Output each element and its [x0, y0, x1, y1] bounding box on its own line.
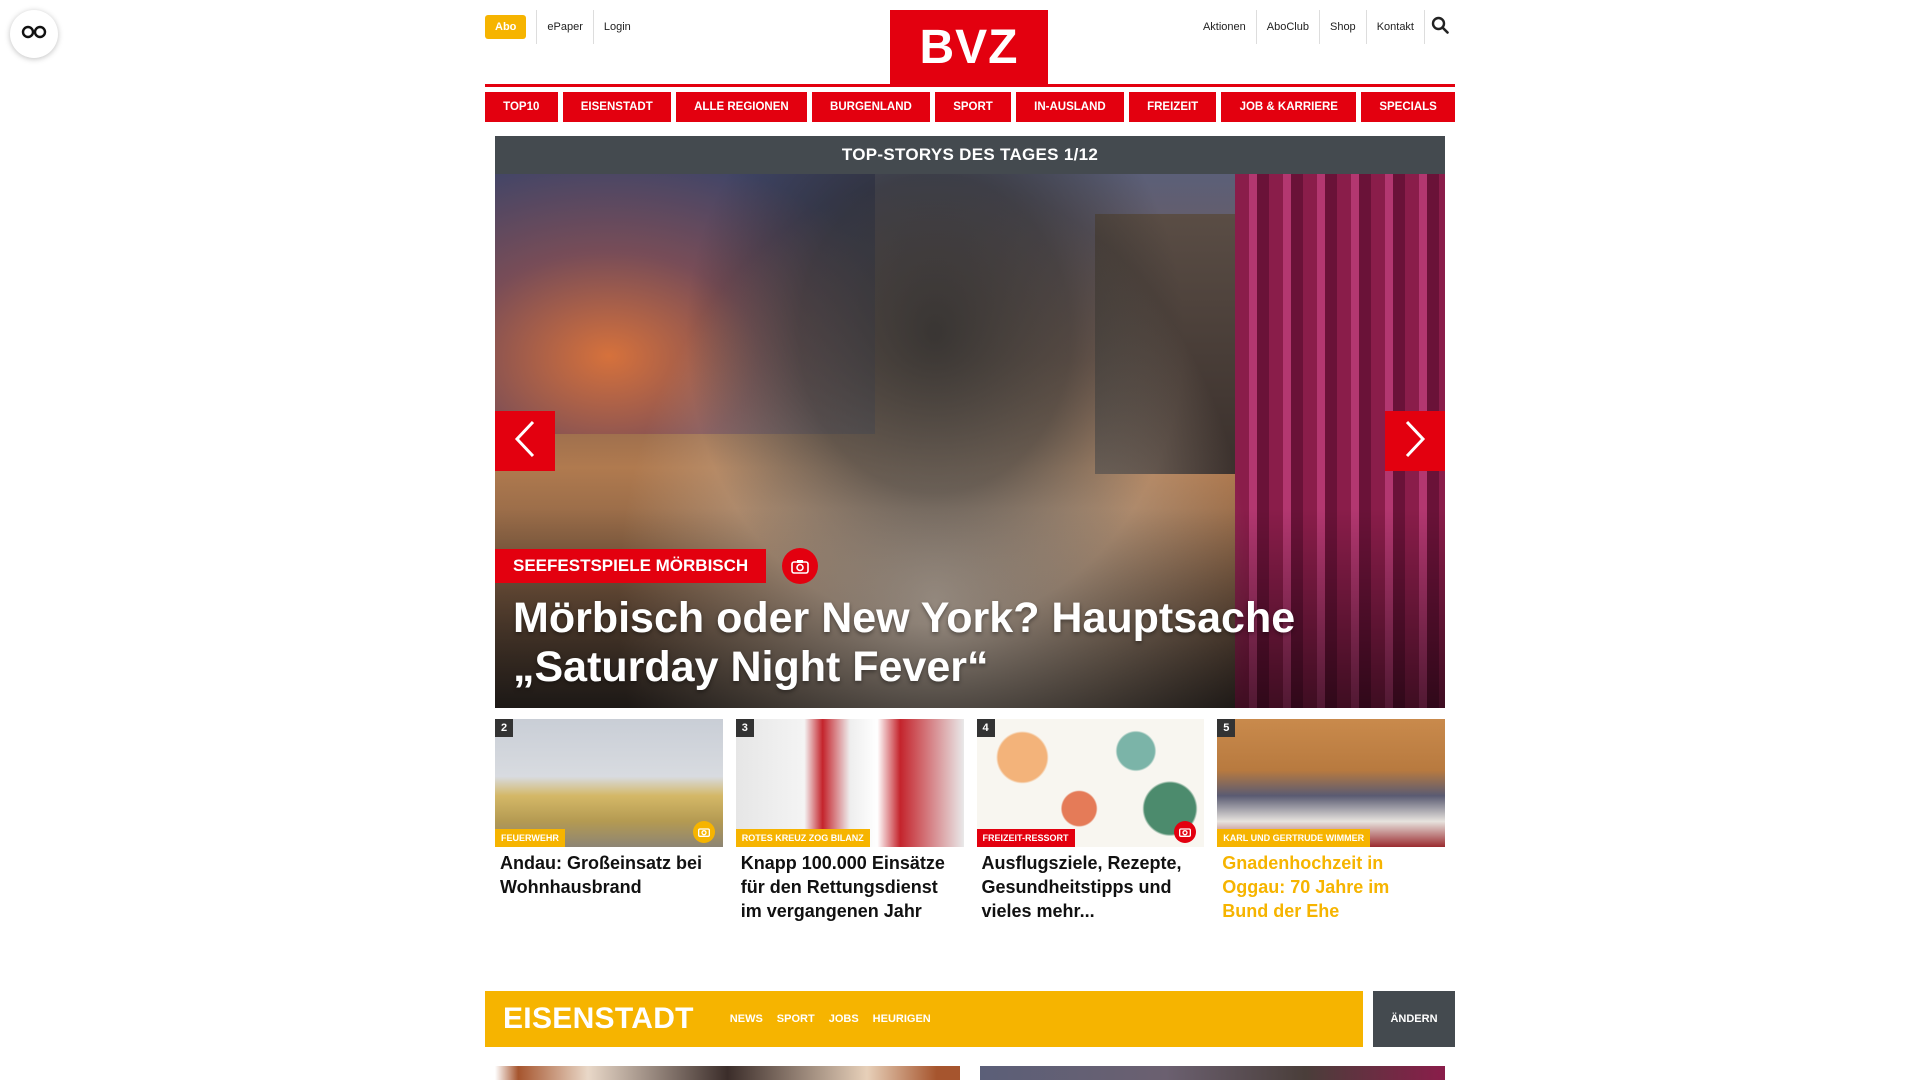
nav-item-burgenland[interactable]: BURGENLAND	[811, 92, 931, 122]
camera-icon	[692, 821, 715, 843]
teaser-card[interactable]: 4 FREIZEIT-RESSORT Ausflugsziele, Rezept…	[976, 719, 1205, 923]
camera-icon	[1174, 821, 1197, 843]
chevron-left-icon	[514, 420, 536, 463]
login-link[interactable]: Login	[592, 10, 641, 44]
teaser-card[interactable]: 5 KARL UND GERTRUDE WIMMER Gnadenhochzei…	[1217, 719, 1445, 923]
article-image[interactable]	[495, 1066, 960, 1080]
change-region-button[interactable]: ÄNDERN	[1373, 991, 1455, 1047]
aboclub-link[interactable]: AboClub	[1257, 10, 1320, 44]
hero-kicker-row: SEEFESTSPIELE MÖRBISCH	[495, 548, 819, 584]
hero-headline[interactable]: Mörbisch oder New York? Hauptsache „Satu…	[513, 594, 1355, 692]
header-divider	[485, 84, 1455, 87]
teaser-image[interactable]: 3 ROTES KREUZ ZOG BILANZ	[735, 719, 964, 847]
camera-icon	[782, 548, 819, 584]
region-title[interactable]: EISENSTADT	[503, 1002, 694, 1036]
shop-link[interactable]: Shop	[1320, 10, 1367, 44]
abo-button[interactable]: Abo	[485, 15, 527, 39]
header-left-links: Abo ePaper Login	[485, 10, 641, 44]
page-container: Abo ePaper Login BVZ Aktionen AboClub Sh…	[485, 0, 1456, 923]
teaser-image[interactable]: 2 FEUERWEHR	[495, 719, 723, 847]
kontakt-link[interactable]: Kontakt	[1367, 10, 1425, 44]
chevron-right-icon	[1404, 420, 1426, 463]
region-link-heurigen[interactable]: HEURIGEN	[873, 1013, 931, 1025]
hero-kicker[interactable]: SEEFESTSPIELE MÖRBISCH	[495, 549, 767, 583]
teaser-image[interactable]: 5 KARL UND GERTRUDE WIMMER	[1217, 719, 1445, 847]
teaser-card[interactable]: 2 FEUERWEHR Andau: Großeinsatz bei Wohnh…	[495, 719, 723, 923]
nav-item-eisenstadt[interactable]: EISENSTADT	[562, 92, 671, 122]
nav-item-top10[interactable]: TOP10	[485, 92, 558, 122]
teaser-rank: 5	[1217, 719, 1236, 737]
site-header: Abo ePaper Login BVZ Aktionen AboClub Sh…	[485, 0, 1455, 84]
region-section-header: EISENSTADT NEWS SPORT JOBS HEURIGEN ÄNDE…	[485, 991, 1455, 1047]
carousel-next-button[interactable]	[1385, 411, 1445, 471]
reader-mode-button[interactable]	[10, 10, 58, 58]
bvz-logo[interactable]: BVZ	[890, 10, 1048, 84]
teaser-tag: KARL UND GERTRUDE WIMMER	[1217, 829, 1371, 847]
teaser-card[interactable]: 3 ROTES KREUZ ZOG BILANZ Knapp 100.000 E…	[735, 719, 964, 923]
nav-item-freizeit[interactable]: FREIZEIT	[1128, 92, 1217, 122]
search-button[interactable]	[1425, 10, 1455, 44]
teaser-headline[interactable]: Andau: Großeinsatz bei Wohnhausbrand	[495, 847, 723, 899]
top-stories: TOP-STORYS DES TAGES 1/12 SEEFESTSPIELE …	[495, 136, 1445, 923]
nav-item-job-karriere[interactable]: JOB & KARRIERE	[1221, 92, 1357, 122]
teaser-headline[interactable]: Knapp 100.000 Einsätze für den Rettungsd…	[736, 847, 964, 923]
nav-item-sport[interactable]: SPORT	[935, 92, 1011, 122]
main-navigation: TOP10 EISENSTADT ALLE REGIONEN BURGENLAN…	[485, 92, 1456, 122]
region-link-news[interactable]: NEWS	[730, 1013, 763, 1025]
teaser-headline[interactable]: Gnadenhochzeit in Oggau: 70 Jahre im Bun…	[1217, 847, 1445, 923]
top-stories-heading: TOP-STORYS DES TAGES 1/12	[495, 136, 1445, 174]
region-link-jobs[interactable]: JOBS	[829, 1013, 859, 1025]
teaser-rank: 4	[976, 719, 995, 737]
teaser-list: 2 FEUERWEHR Andau: Großeinsatz bei Wohnh…	[495, 719, 1445, 923]
teaser-rank: 2	[495, 719, 513, 737]
region-link-sport[interactable]: SPORT	[777, 1013, 815, 1025]
hero-story[interactable]: SEEFESTSPIELE MÖRBISCH Mörbisch oder New…	[495, 174, 1445, 708]
teaser-tag: FEUERWEHR	[495, 829, 565, 847]
teaser-tag: FREIZEIT-RESSORT	[976, 829, 1075, 847]
header-right-links: Aktionen AboClub Shop Kontakt	[1193, 10, 1455, 44]
epaper-link[interactable]: ePaper	[536, 10, 592, 44]
teaser-image[interactable]: 4 FREIZEIT-RESSORT	[976, 719, 1205, 847]
teaser-tag: ROTES KREUZ ZOG BILANZ	[735, 829, 870, 847]
search-icon	[1431, 16, 1449, 39]
nav-item-specials[interactable]: SPECIALS	[1361, 92, 1456, 122]
glasses-icon	[21, 25, 47, 44]
carousel-prev-button[interactable]	[495, 411, 555, 471]
region-bar: EISENSTADT NEWS SPORT JOBS HEURIGEN	[485, 991, 1363, 1047]
aktionen-link[interactable]: Aktionen	[1193, 10, 1257, 44]
teaser-headline[interactable]: Ausflugsziele, Rezepte, Gesundheitstipps…	[977, 847, 1205, 923]
nav-item-in-ausland[interactable]: IN-AUSLAND	[1016, 92, 1124, 122]
region-article-images	[495, 1066, 1445, 1080]
nav-item-alle-regionen[interactable]: ALLE REGIONEN	[675, 92, 807, 122]
teaser-rank: 3	[735, 719, 754, 737]
article-image[interactable]	[980, 1066, 1445, 1080]
